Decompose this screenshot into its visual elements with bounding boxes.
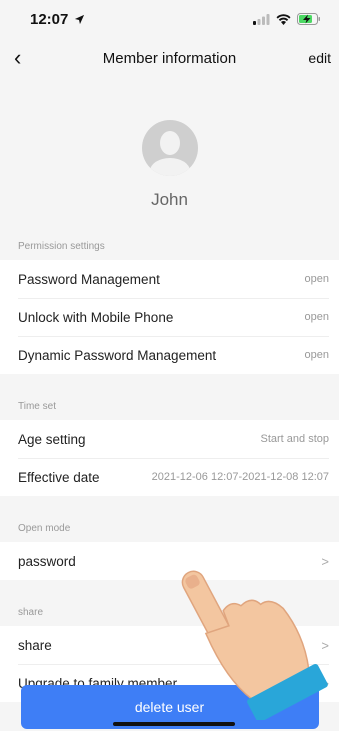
row-password[interactable]: password > xyxy=(0,542,339,580)
row-password-management[interactable]: Password Management open xyxy=(0,260,339,298)
row-label: Unlock with Mobile Phone xyxy=(18,309,174,325)
row-value: Start and stop xyxy=(260,433,330,445)
open-mode-group: password > xyxy=(0,542,339,580)
wifi-icon xyxy=(276,13,291,25)
battery-charging-icon xyxy=(297,13,320,25)
back-chevron-icon[interactable]: ‹ xyxy=(14,45,38,71)
avatar xyxy=(141,120,198,176)
home-indicator xyxy=(113,722,235,726)
avatar-head xyxy=(159,131,180,155)
time-set-group: Age setting Start and stop Effective dat… xyxy=(0,420,339,496)
row-label: Password Management xyxy=(18,271,160,287)
page-title: Member information xyxy=(102,49,237,67)
row-value: open xyxy=(304,311,329,323)
row-dynamic-password[interactable]: Dynamic Password Management open xyxy=(0,336,339,374)
row-label: Age setting xyxy=(18,431,86,447)
status-time: 12:07 xyxy=(30,10,69,28)
edit-button[interactable]: edit xyxy=(308,50,331,66)
location-arrow-icon xyxy=(75,14,85,24)
status-bar: 12:07 xyxy=(0,0,339,38)
chevron-right-icon: > xyxy=(321,637,329,653)
row-share[interactable]: share > xyxy=(0,626,339,664)
time-set-header: Time set xyxy=(0,394,339,420)
status-right xyxy=(253,13,321,25)
row-value: 2021-12-06 12:07-2021-12-08 12:07 xyxy=(151,471,329,483)
row-effective-date[interactable]: Effective date 2021-12-06 12:07-2021-12-… xyxy=(0,458,339,496)
open-mode-header: Open mode xyxy=(0,516,339,542)
row-value: open xyxy=(304,349,329,361)
share-header: share xyxy=(0,600,339,626)
permission-settings-header: Permission settings xyxy=(0,234,339,260)
signal-icon xyxy=(253,13,270,25)
profile-header: John xyxy=(0,78,339,234)
status-left: 12:07 xyxy=(30,11,85,28)
avatar-body xyxy=(149,158,190,176)
row-label: share xyxy=(18,637,52,653)
row-label: password xyxy=(18,553,76,569)
member-name: John xyxy=(151,190,188,209)
nav-bar: ‹ Member information edit xyxy=(0,38,339,78)
row-label: Effective date xyxy=(18,469,100,485)
permission-settings-group: Password Management open Unlock with Mob… xyxy=(0,260,339,374)
row-value: open xyxy=(304,273,329,285)
row-unlock-mobile[interactable]: Unlock with Mobile Phone open xyxy=(0,298,339,336)
row-label: Dynamic Password Management xyxy=(18,347,217,363)
chevron-right-icon: > xyxy=(321,553,329,569)
row-age-setting[interactable]: Age setting Start and stop xyxy=(0,420,339,458)
